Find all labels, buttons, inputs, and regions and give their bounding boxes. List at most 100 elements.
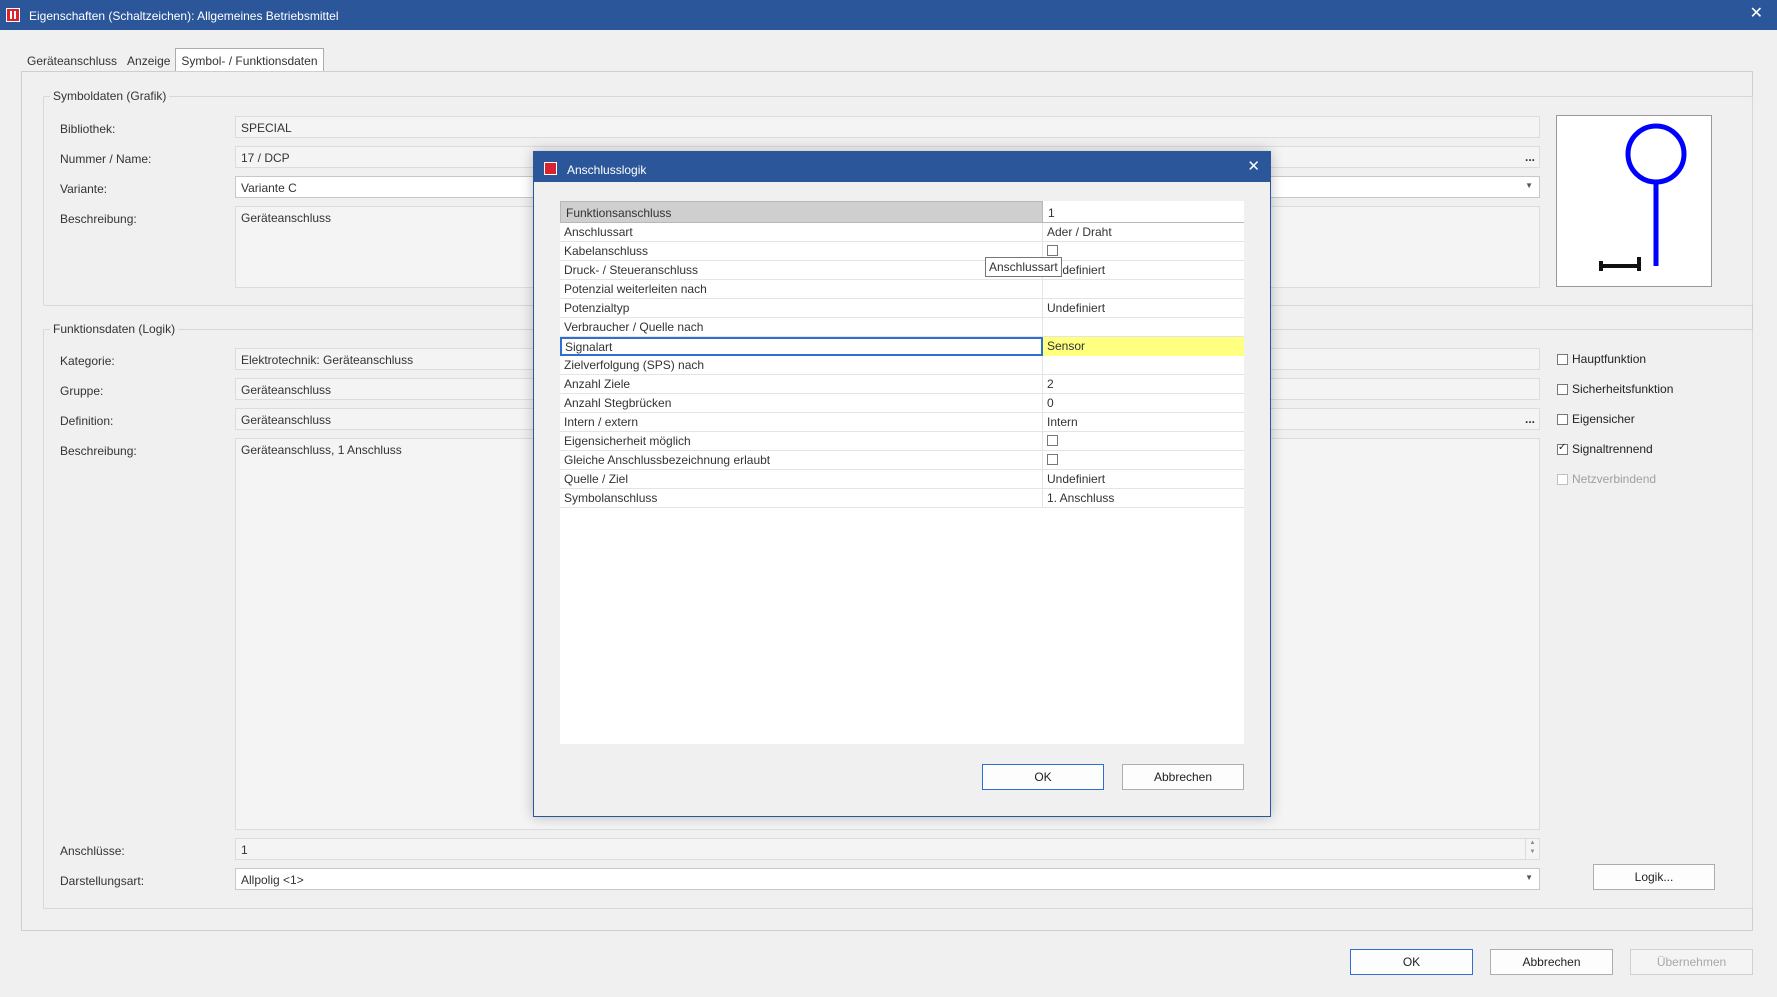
grid-row[interactable]: Signalart Sensor [560,337,1244,356]
tab-symbol-funktionsdaten[interactable]: Symbol- / Funktionsdaten [175,48,324,72]
tab-geraeteanschluss[interactable]: Geräteanschluss [22,50,122,72]
grid-row-value[interactable]: Undefiniert [1043,299,1244,318]
grid-row[interactable]: Symbolanschluss 1. Anschluss [560,489,1244,508]
grid-checkbox[interactable] [1047,435,1058,446]
tab-bar: Geräteanschluss Anzeige Symbol- / Funkti… [22,48,324,72]
grid-row-value[interactable] [1043,451,1244,470]
grid-row-value[interactable] [1043,318,1244,337]
grid-row-name[interactable]: Intern / extern [560,413,1043,432]
kategorie-label: Kategorie: [60,354,115,368]
chevron-down-icon: ▼ [1525,873,1533,882]
property-grid: Funktionsanschluss 1 Anschlussart Ader / … [560,201,1244,744]
grid-row-value[interactable] [1043,280,1244,299]
grid-row-name[interactable]: Zielverfolgung (SPS) nach [560,356,1043,375]
grid-row-name[interactable]: Anzahl Stegbrücken [560,394,1043,413]
grid-row-name[interactable]: Eigensicherheit möglich [560,432,1043,451]
grid-row-value[interactable]: Undefiniert [1043,470,1244,489]
symbol-preview [1556,115,1712,287]
grid-row[interactable]: Quelle / Ziel Undefiniert [560,470,1244,489]
group-title-symboldaten: Symboldaten (Grafik) [50,89,170,103]
cancel-button[interactable]: Abbrechen [1490,949,1613,975]
grid-row[interactable]: Druck- / Steueranschluss Undefiniert [560,261,1244,280]
symbol-beschreibung-label: Beschreibung: [60,212,137,226]
checkbox-signaltrennend[interactable]: Signaltrennend [1557,442,1653,456]
grid-row-value[interactable] [1043,242,1244,261]
grid-header: Funktionsanschluss 1 [560,201,1244,223]
dialog-ok-button[interactable]: OK [982,764,1104,790]
ok-button[interactable]: OK [1350,949,1473,975]
grid-row[interactable]: Kabelanschluss [560,242,1244,261]
dialog-cancel-button[interactable]: Abbrechen [1122,764,1244,790]
grid-row[interactable]: Anzahl Ziele 2 [560,375,1244,394]
grid-row-value[interactable] [1043,356,1244,375]
grid-row-value[interactable]: 0 [1043,394,1244,413]
checkbox-label: Eigensicher [1572,412,1635,426]
grid-row-name[interactable]: Kabelanschluss [560,242,1043,261]
grid-row-value[interactable]: Sensor [1043,337,1244,356]
symbol-beschreibung-value: Geräteanschluss [241,211,332,225]
grid-row[interactable]: Zielverfolgung (SPS) nach [560,356,1244,375]
grid-row[interactable]: Eigensicherheit möglich [560,432,1244,451]
funktion-beschreibung-label: Beschreibung: [60,444,137,458]
app-logo-icon [544,162,557,175]
checkbox-box[interactable] [1557,413,1568,425]
tab-anzeige[interactable]: Anzeige [122,50,175,72]
grid-row-value[interactable]: Intern [1043,413,1244,432]
checkbox-sicherheitsfunktion[interactable]: Sicherheitsfunktion [1557,382,1673,396]
checkbox-label: Sicherheitsfunktion [1572,382,1674,396]
grid-row-name[interactable]: Anschlussart [560,223,1043,242]
dialog-title: Anschlusslogik [567,163,647,177]
grid-header-name: Funktionsanschluss [560,201,1043,223]
grid-row[interactable]: Anschlussart Ader / Draht [560,223,1244,242]
checkbox-box[interactable] [1557,353,1568,365]
grid-checkbox[interactable] [1047,454,1058,465]
checkbox-box[interactable] [1557,383,1568,395]
kategorie-value: Elektrotechnik: Geräteanschluss [241,353,414,367]
anschluesse-stepper[interactable]: 1 ▲ ▼ [235,838,1540,860]
chevron-down-icon: ▼ [1525,181,1533,190]
app-logo-icon [6,8,20,22]
grid-row-name[interactable]: Druck- / Steueranschluss [560,261,1043,280]
grid-row-value[interactable]: 2 [1043,375,1244,394]
nummer-value: 17 / DCP [241,151,290,165]
checkbox-hauptfunktion[interactable]: Hauptfunktion [1557,352,1646,366]
checkbox-eigensicher[interactable]: Eigensicher [1557,412,1635,426]
darstellungsart-value: Allpolig <1> [241,873,304,887]
grid-row-name[interactable]: Quelle / Ziel [560,470,1043,489]
grid-row-value[interactable] [1043,432,1244,451]
checkbox-box[interactable] [1557,442,1568,455]
grid-row-name[interactable]: Signalart [560,337,1043,356]
grid-row[interactable]: Gleiche Anschlussbezeichnung erlaubt [560,451,1244,470]
window-titlebar: Eigenschaften (Schaltzeichen): Allgemein… [0,0,1777,30]
grid-row-value[interactable]: Undefiniert [1043,261,1244,280]
definition-label: Definition: [60,414,114,428]
logik-button[interactable]: Logik... [1593,864,1715,890]
grid-row-name[interactable]: Gleiche Anschlussbezeichnung erlaubt [560,451,1043,470]
variante-label: Variante: [60,182,108,196]
definition-browse-button[interactable]: ... [1525,412,1535,426]
bibliothek-field: SPECIAL [235,116,1540,138]
grid-row[interactable]: Anzahl Stegbrücken 0 [560,394,1244,413]
spin-arrows-icon[interactable]: ▲ ▼ [1525,839,1539,859]
connector-symbol-icon [1599,123,1687,271]
grid-row[interactable]: Verbraucher / Quelle nach [560,318,1244,337]
grid-row[interactable]: Potenzial weiterleiten nach [560,280,1244,299]
dialog-titlebar: Anschlusslogik ✕ [534,152,1270,182]
close-icon[interactable]: ✕ [1247,157,1260,175]
grid-row-name[interactable]: Potenzialtyp [560,299,1043,318]
darstellungsart-select[interactable]: Allpolig <1> ▼ [235,868,1540,890]
grid-row-name[interactable]: Anzahl Ziele [560,375,1043,394]
funktion-beschreibung-value: Geräteanschluss, 1 Anschluss [241,443,402,457]
grid-row[interactable]: Intern / extern Intern [560,413,1244,432]
grid-row[interactable]: Potenzialtyp Undefiniert [560,299,1244,318]
grid-row-name[interactable]: Symbolanschluss [560,489,1043,508]
tooltip: Anschlussart [985,257,1062,277]
close-icon[interactable]: ✕ [1750,3,1763,23]
grid-row-value[interactable]: 1. Anschluss [1043,489,1244,508]
nummer-browse-button[interactable]: ... [1525,150,1535,164]
grid-row-name[interactable]: Verbraucher / Quelle nach [560,318,1043,337]
grid-checkbox[interactable] [1047,245,1058,256]
anschlusslogik-dialog: Anschlusslogik ✕ Funktionsanschluss 1 An… [533,151,1271,817]
grid-row-name[interactable]: Potenzial weiterleiten nach [560,280,1043,299]
grid-row-value[interactable]: Ader / Draht [1043,223,1244,242]
